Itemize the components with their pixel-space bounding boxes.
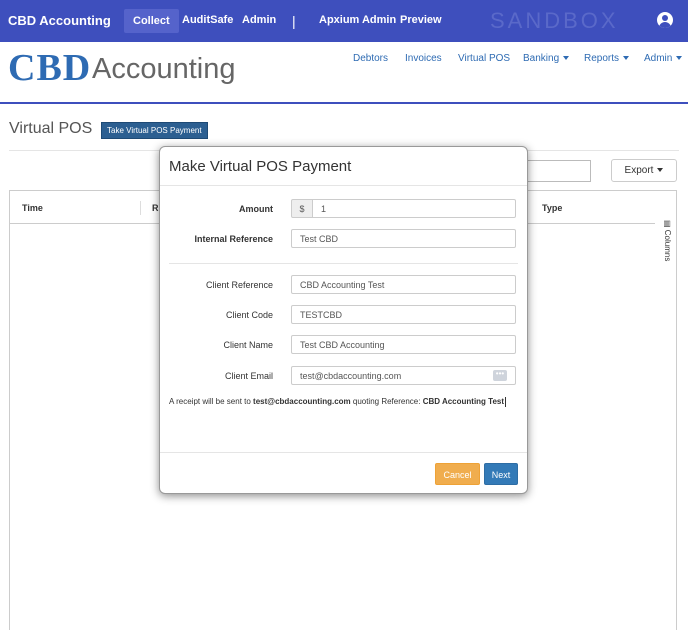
cancel-button[interactable]: Cancel <box>435 463 480 485</box>
export-button[interactable]: Export <box>611 159 677 182</box>
client-name-input[interactable]: Test CBD Accounting <box>291 335 516 354</box>
nav-collect[interactable]: Collect <box>124 9 179 33</box>
nav-apxium-admin[interactable]: Apxium Admin <box>319 14 396 26</box>
more-icon[interactable]: ••• <box>493 370 507 381</box>
column-divider <box>140 201 141 215</box>
client-email-input[interactable]: test@cbdaccounting.com <box>291 366 516 385</box>
logo-accounting: Accounting <box>92 53 236 85</box>
columns-icon: ▤ <box>663 220 672 230</box>
menu-banking-label: Banking <box>523 53 560 64</box>
logo-cbd: CBD <box>8 47 92 89</box>
sandbox-watermark: SANDBOX <box>490 8 619 33</box>
receipt-prefix: A receipt will be sent to <box>169 397 254 406</box>
amount-input[interactable]: 1 <box>312 199 516 218</box>
brand-name[interactable]: CBD Accounting <box>8 13 111 28</box>
column-header-time[interactable]: Time <box>22 203 43 213</box>
search-input[interactable] <box>522 160 591 182</box>
receipt-notice: A receipt will be sent to test@cbdaccoun… <box>169 396 519 407</box>
client-code-input[interactable]: TESTCBD <box>291 305 516 324</box>
menu-reports[interactable]: Reports <box>584 53 630 64</box>
menu-reports-label: Reports <box>584 53 620 64</box>
section-divider <box>169 263 518 264</box>
app-header: CBD Accounting Debtors Invoices Virtual … <box>0 42 688 104</box>
next-button[interactable]: Next <box>484 463 518 485</box>
columns-toggle[interactable]: ▤ Columns <box>655 190 677 630</box>
currency-addon: $ <box>291 199 313 218</box>
receipt-middle: quoting Reference: <box>350 397 423 406</box>
chevron-down-icon <box>657 168 664 173</box>
chevron-down-icon <box>676 56 683 61</box>
modal-footer-divider <box>160 452 527 453</box>
menu-debtors[interactable]: Debtors <box>353 53 388 64</box>
columns-label: ▤ Columns <box>663 220 672 261</box>
receipt-reference: CBD Accounting Test <box>422 397 505 406</box>
nav-auditsafe[interactable]: AuditSafe <box>182 14 233 26</box>
virtual-pos-payment-modal: Make Virtual POS Payment Amount $ 1 Inte… <box>159 146 528 494</box>
chevron-down-icon <box>623 56 630 61</box>
client-email-label: Client Email <box>224 371 273 381</box>
client-reference-input[interactable]: CBD Accounting Test <box>291 275 516 294</box>
amount-label: Amount <box>239 204 273 214</box>
column-header-type[interactable]: Type <box>542 203 562 213</box>
client-code-label: Client Code <box>225 310 273 320</box>
menu-banking[interactable]: Banking <box>523 53 570 64</box>
menu-invoices[interactable]: Invoices <box>405 53 442 64</box>
client-name-label: Client Name <box>223 340 273 350</box>
menu-admin-label: Admin <box>644 53 673 64</box>
receipt-email: test@cbdaccounting.com <box>253 397 351 406</box>
modal-header-divider <box>160 185 527 186</box>
internal-reference-label: Internal Reference <box>194 234 273 244</box>
menu-virtual-pos[interactable]: Virtual POS <box>458 53 510 64</box>
column-header-reference[interactable]: R <box>152 203 159 213</box>
user-account-icon[interactable] <box>657 12 673 28</box>
menu-admin[interactable]: Admin <box>644 53 683 64</box>
nav-admin[interactable]: Admin <box>242 14 276 26</box>
internal-reference-input[interactable]: Test CBD <box>291 229 516 248</box>
export-label: Export <box>624 165 654 176</box>
chevron-down-icon <box>563 56 570 61</box>
top-navbar: CBD Accounting Collect AuditSafe Admin |… <box>0 0 688 42</box>
columns-label-text: Columns <box>663 229 672 262</box>
nav-preview[interactable]: Preview <box>400 14 442 26</box>
take-virtual-pos-payment-button[interactable]: Take Virtual POS Payment <box>101 122 208 139</box>
page-title: Virtual POS <box>9 120 93 137</box>
text-cursor <box>505 396 507 407</box>
client-reference-label: Client Reference <box>205 280 273 290</box>
nav-separator: | <box>292 13 296 29</box>
modal-title: Make Virtual POS Payment <box>169 158 352 175</box>
